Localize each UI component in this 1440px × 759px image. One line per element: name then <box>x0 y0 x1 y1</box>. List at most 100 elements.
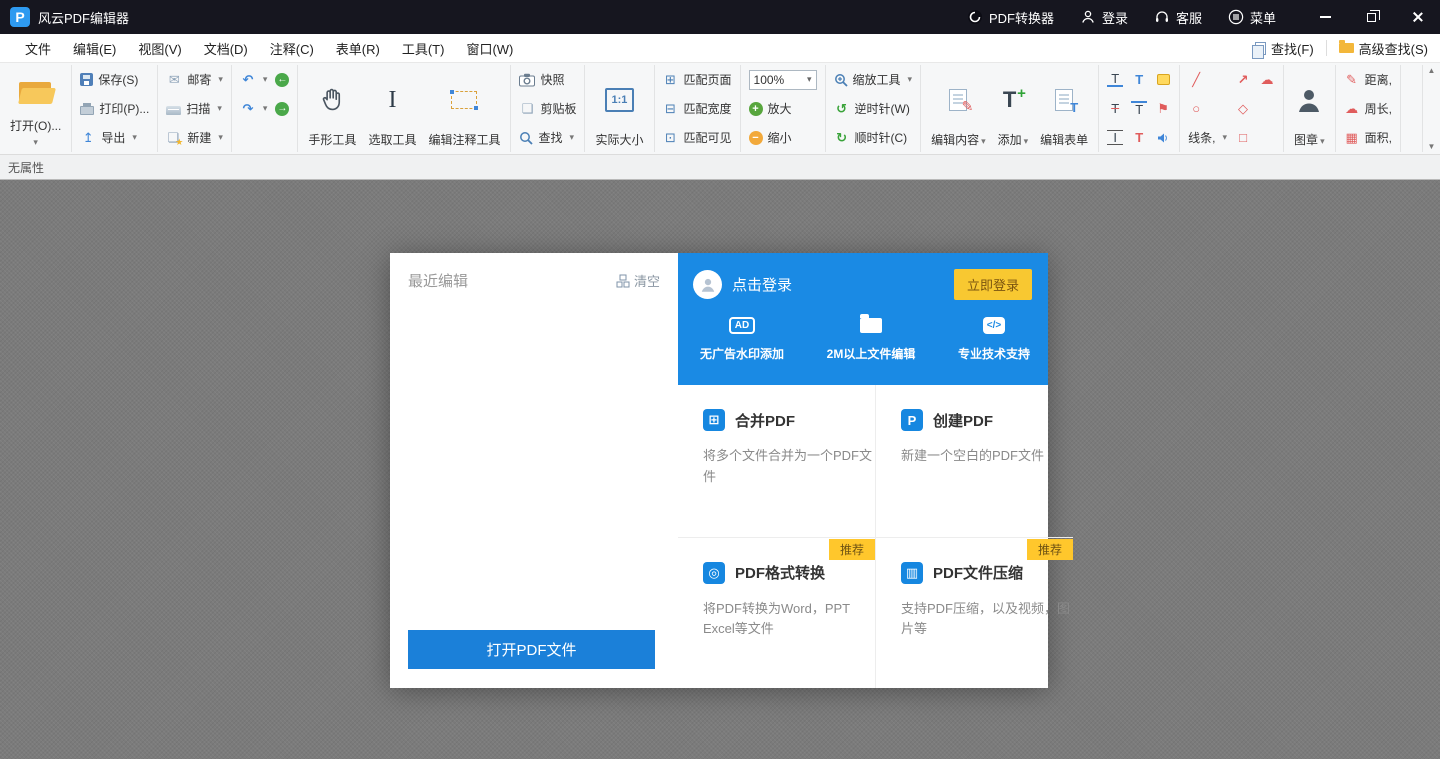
zoom-in-button[interactable]: +放大 <box>746 95 820 122</box>
pencil-overlay-icon: ✎ <box>962 98 974 115</box>
mail-button[interactable]: ✉邮寄 <box>163 66 226 93</box>
card-convert-pdf[interactable]: 推荐 ◎ PDF格式转换 将PDF转换为Word，PPT Excel等文件 <box>678 537 875 689</box>
rotate-ccw-button[interactable]: ↺逆时针(W) <box>831 95 916 122</box>
edit-form-label: 编辑表单 <box>1040 131 1088 148</box>
lines-menu-button[interactable]: 线条, <box>1185 124 1230 151</box>
zoom-tool-button[interactable]: 缩放工具 <box>831 66 916 93</box>
overline-text-tool-button[interactable]: T <box>1128 95 1150 122</box>
open-pdf-file-button[interactable]: 打开PDF文件 <box>408 630 655 669</box>
menu-tools[interactable]: 工具(T) <box>391 39 456 58</box>
menu-edit[interactable]: 编辑(E) <box>62 39 127 58</box>
edit-form-button[interactable]: T 编辑表单 <box>1035 66 1093 151</box>
arrow-tool-button[interactable]: ↗ <box>1232 66 1254 93</box>
minimize-button[interactable] <box>1302 0 1348 34</box>
menu-form[interactable]: 表单(R) <box>325 39 391 58</box>
edit-annotation-tool-button[interactable]: 编辑注释工具 <box>423 66 505 151</box>
polygon-icon: ◇ <box>1235 102 1251 115</box>
shape-spacer-1 <box>1256 95 1278 122</box>
scan-button[interactable]: 扫描 <box>163 95 226 122</box>
find-tool-button[interactable]: 查找 <box>516 124 579 151</box>
add-button[interactable]: T+ 添加 <box>993 66 1034 151</box>
strikethrough-tool-button[interactable]: T <box>1104 95 1126 122</box>
close-button[interactable] <box>1394 0 1440 34</box>
hand-tool-button[interactable]: 手形工具 <box>303 66 361 151</box>
open-button[interactable]: 打开(O)... <box>5 66 66 151</box>
perimeter-tool-button[interactable]: ☁周长, <box>1341 95 1395 122</box>
group-stamp: 图章 <box>1284 65 1336 152</box>
select-tool-button[interactable]: I 选取工具 <box>363 66 421 151</box>
distance-tool-button[interactable]: ✎距离, <box>1341 66 1395 93</box>
menu-file[interactable]: 文件 <box>14 39 62 58</box>
export-button[interactable]: ↥导出 <box>77 124 152 151</box>
polygon-tool-button[interactable]: ◇ <box>1232 95 1254 122</box>
save-button[interactable]: 保存(S) <box>77 66 152 93</box>
audio-comment-tool-button[interactable] <box>1152 124 1174 151</box>
find-label: 查找(F) <box>1271 39 1314 58</box>
clipboard-button[interactable]: ❏剪贴板 <box>516 95 579 122</box>
actual-size-button[interactable]: 1:1 实际大小 <box>590 66 648 151</box>
login-titlebar-button[interactable]: 登录 <box>1080 8 1128 27</box>
fit-width-icon: ⊟ <box>663 102 679 115</box>
undo-button[interactable]: ↶ <box>237 66 271 93</box>
support-button[interactable]: 客服 <box>1154 8 1202 27</box>
clear-recent-button[interactable]: 清空 <box>616 271 660 290</box>
advanced-find-label: 高级查找(S) <box>1359 39 1428 58</box>
highlight-text-tool-button[interactable]: T <box>1128 124 1150 151</box>
add-text-tool-button[interactable]: T <box>1128 66 1150 93</box>
previous-view-button[interactable]: ← <box>272 66 292 93</box>
card-merge-pdf[interactable]: ⊞ 合并PDF 将多个文件合并为一个PDF文件 <box>678 385 875 537</box>
circle-tool-button[interactable]: ○ <box>1185 95 1207 122</box>
menu-view[interactable]: 视图(V) <box>127 39 192 58</box>
zoom-tool-magnifier-icon <box>834 73 848 87</box>
print-icon <box>80 106 94 115</box>
folder-icon <box>860 318 882 333</box>
rotate-cw-button[interactable]: ↻顺时针(C) <box>831 124 916 151</box>
card-compress-pdf[interactable]: 推荐 ▥ PDF文件压缩 支持PDF压缩，以及视频，图片等 <box>875 537 1073 689</box>
speaker-icon <box>1157 132 1170 144</box>
insert-text-tool-button[interactable]: T <box>1104 66 1126 93</box>
advanced-find-button[interactable]: 高级查找(S) <box>1339 39 1428 58</box>
next-view-button[interactable]: → <box>272 95 292 122</box>
sticky-note-tool-button[interactable] <box>1152 66 1174 93</box>
print-button[interactable]: 打印(P)... <box>77 95 152 122</box>
snapshot-button[interactable]: 快照 <box>516 66 579 93</box>
restore-button[interactable] <box>1348 0 1394 34</box>
recommend-badge: 推荐 <box>1027 539 1073 560</box>
menu-document[interactable]: 文档(D) <box>193 39 259 58</box>
find-button[interactable]: 查找(F) <box>1255 39 1314 58</box>
avatar[interactable] <box>693 270 722 299</box>
hand-tool-label: 手形工具 <box>308 131 356 148</box>
new-document-button[interactable]: ❏★新建 <box>163 124 226 151</box>
edit-content-button[interactable]: ✎ 编辑内容 <box>926 66 991 151</box>
fit-page-button[interactable]: ⊞匹配页面 <box>660 66 735 93</box>
menu-comment[interactable]: 注释(C) <box>259 39 325 58</box>
menu-window[interactable]: 窗口(W) <box>455 39 524 58</box>
scanner-icon <box>166 106 181 115</box>
rectangle-tool-button[interactable]: □ <box>1232 124 1254 151</box>
mail-label: 邮寄 <box>187 71 211 88</box>
insert-text-icon: T <box>1107 72 1123 87</box>
zoom-level-select[interactable]: 100% <box>749 70 817 90</box>
card-create-desc: 新建一个空白的PDF文件 <box>901 446 1073 467</box>
add-label: 添加 <box>998 131 1029 148</box>
action-cards: ⊞ 合并PDF 将多个文件合并为一个PDF文件 P 创建PDF 新建一个空白的P… <box>678 385 1048 688</box>
ribbon-scroll-up-icon[interactable]: ▲ <box>1428 66 1436 75</box>
login-now-button[interactable]: 立即登录 <box>954 269 1032 300</box>
pdf-converter-button[interactable]: PDF转换器 <box>967 8 1054 27</box>
menu-button[interactable]: 菜单 <box>1228 8 1276 27</box>
cloud-tool-button[interactable]: ☁ <box>1256 66 1278 93</box>
area-tool-button[interactable]: ▦面积, <box>1341 124 1395 151</box>
undo-icon: ↶ <box>240 73 256 86</box>
fit-visible-button[interactable]: ⊡匹配可见 <box>660 124 735 151</box>
login-prompt[interactable]: 点击登录 <box>732 274 792 295</box>
card-create-pdf[interactable]: P 创建PDF 新建一个空白的PDF文件 <box>875 385 1073 537</box>
text-cursor-tool-button[interactable]: I <box>1104 124 1126 151</box>
redo-button[interactable]: ↷ <box>237 95 271 122</box>
stamp-button[interactable]: 图章 <box>1289 66 1330 151</box>
fit-width-button[interactable]: ⊟匹配宽度 <box>660 95 735 122</box>
ribbon-scroll-down-icon[interactable]: ▼ <box>1428 142 1436 151</box>
zoom-out-button[interactable]: −缩小 <box>746 124 820 151</box>
line-tool-button[interactable]: ╱ <box>1185 66 1207 93</box>
pin-tool-button[interactable]: ⚑ <box>1152 95 1174 122</box>
feature-large-files: 2M以上文件编辑 <box>827 314 916 362</box>
